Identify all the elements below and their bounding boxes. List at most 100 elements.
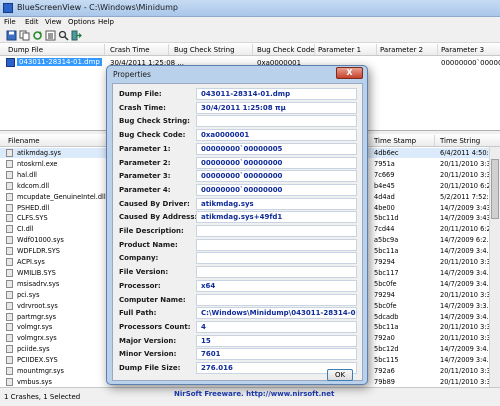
property-label: Minor Version: bbox=[119, 350, 177, 359]
save-icon[interactable] bbox=[6, 30, 17, 41]
col-parameter-3[interactable]: Parameter 3 bbox=[441, 46, 484, 54]
property-label: Major Version: bbox=[119, 336, 177, 345]
file-icon bbox=[6, 159, 13, 168]
driver-filename: mountmgr.sys bbox=[17, 367, 64, 375]
property-value-field[interactable]: x64 bbox=[196, 279, 357, 292]
col-separator[interactable] bbox=[314, 44, 315, 55]
property-value-field[interactable]: 00000000`00000005 bbox=[196, 142, 357, 155]
col-dump-file[interactable]: Dump File bbox=[8, 46, 43, 54]
col-bug-check-string[interactable]: Bug Check String bbox=[174, 46, 235, 54]
driver-time-stamp: 5dcadb bbox=[374, 312, 399, 321]
vertical-scrollbar[interactable] bbox=[489, 147, 500, 387]
property-value-field[interactable]: 00000000`00000000 bbox=[196, 170, 357, 183]
menu-help[interactable]: Help bbox=[98, 18, 114, 26]
dialog-body: Dump File: 043011-28314-01.dmp Crash Time:… bbox=[112, 83, 363, 381]
property-value-field[interactable] bbox=[196, 115, 357, 128]
col-separator[interactable] bbox=[104, 44, 105, 55]
title-bar: BlueScreenView - C:\Windows\Minidump bbox=[0, 0, 500, 17]
property-value-field[interactable] bbox=[196, 252, 357, 265]
file-icon bbox=[6, 268, 13, 277]
property-value-field[interactable]: 7601 bbox=[196, 348, 357, 361]
driver-filename: atikmdag.sys bbox=[17, 149, 61, 157]
menu-file[interactable]: File bbox=[4, 18, 16, 26]
driver-filename: WMILIB.SYS bbox=[17, 268, 56, 277]
menu-view[interactable]: View bbox=[45, 18, 62, 26]
property-value-field[interactable]: 00000000`00000000 bbox=[196, 183, 357, 196]
property-value-field[interactable]: 4 bbox=[196, 320, 357, 333]
property-value-field[interactable]: 15 bbox=[196, 334, 357, 347]
driver-filename: CI.dll bbox=[17, 225, 34, 234]
property-value-field[interactable]: atikmdag.sys+49fd1 bbox=[196, 211, 357, 224]
driver-time-string: 14/7/2009 3:4... bbox=[440, 356, 493, 365]
driver-time-stamp: 5bc11a bbox=[374, 323, 399, 332]
driver-time-stamp: a5bc9a bbox=[374, 236, 399, 245]
properties-dialog: Properties X Dump File: 043011-28314-01.d… bbox=[106, 65, 368, 385]
property-label: Product Name: bbox=[119, 240, 178, 249]
property-label: Caused By Address: bbox=[119, 213, 198, 222]
property-value-field[interactable]: atikmdag.sys bbox=[196, 197, 357, 210]
search-icon[interactable] bbox=[58, 30, 69, 41]
col-time-stamp[interactable]: Time Stamp bbox=[374, 137, 416, 145]
driver-filename: vmbus.sys bbox=[17, 377, 52, 386]
close-icon[interactable]: X bbox=[336, 67, 363, 79]
property-label: Parameter 3: bbox=[119, 172, 171, 181]
driver-time-stamp: 5bc0fe bbox=[374, 279, 397, 288]
driver-filename: Wdf01000.sys bbox=[17, 236, 64, 245]
driver-filename: volmgr.sys bbox=[17, 323, 53, 332]
col-parameter-2[interactable]: Parameter 2 bbox=[380, 46, 423, 54]
property-value-field[interactable]: 00000000`00000000 bbox=[196, 156, 357, 169]
col-bug-check-code[interactable]: Bug Check Code bbox=[257, 46, 315, 54]
driver-time-stamp: 4d4ad bbox=[374, 192, 395, 201]
file-icon bbox=[6, 192, 13, 201]
driver-filename: mcupdate_GenuineIntel.dll bbox=[17, 192, 106, 201]
property-value-field[interactable]: 0xa0000001 bbox=[196, 129, 357, 142]
properties-icon[interactable] bbox=[45, 30, 56, 41]
col-separator[interactable] bbox=[252, 44, 253, 55]
file-icon bbox=[6, 334, 13, 343]
property-label: Caused By Driver: bbox=[119, 199, 190, 208]
file-icon bbox=[6, 225, 13, 234]
col-time-string[interactable]: Time String bbox=[440, 137, 480, 145]
driver-filename: partmgr.sys bbox=[17, 312, 57, 321]
refresh-icon[interactable] bbox=[32, 30, 43, 41]
file-icon bbox=[6, 258, 13, 266]
driver-time-stamp: 7951a bbox=[374, 159, 395, 168]
ok-button[interactable]: OK bbox=[327, 369, 353, 381]
property-label: Bug Check String: bbox=[119, 117, 190, 126]
file-icon bbox=[6, 181, 13, 190]
property-label: Bug Check Code: bbox=[119, 131, 186, 140]
scroll-thumb[interactable] bbox=[491, 159, 499, 219]
property-value-field[interactable]: 30/4/2011 1:25:08 πμ bbox=[196, 101, 357, 114]
driver-filename: hal.dll bbox=[17, 170, 37, 179]
col-separator[interactable] bbox=[168, 44, 169, 55]
property-value-field[interactable]: C:\Windows\Minidump\043011-28314-01.dmp bbox=[196, 307, 357, 320]
col-separator[interactable] bbox=[437, 44, 438, 55]
file-icon bbox=[6, 279, 13, 288]
property-value-field[interactable] bbox=[196, 238, 357, 251]
copy-icon[interactable] bbox=[19, 30, 30, 41]
crash-list-header: Dump File Crash Time Bug Check String Bu… bbox=[0, 43, 500, 56]
menu-edit[interactable]: Edit bbox=[25, 18, 39, 26]
exit-icon[interactable] bbox=[71, 30, 82, 41]
file-icon bbox=[6, 356, 13, 365]
property-label: Dump File Size: bbox=[119, 364, 181, 372]
property-value-field[interactable] bbox=[196, 293, 357, 306]
driver-time-stamp: b4e45 bbox=[374, 181, 395, 190]
driver-time-string: 14/7/2009 6:2... bbox=[440, 236, 493, 245]
property-label: Company: bbox=[119, 254, 159, 263]
menu-options[interactable]: Options bbox=[68, 18, 95, 26]
nirsoft-link[interactable]: NirSoft Freeware. http://www.nirsoft.net bbox=[174, 390, 334, 398]
col-crash-time[interactable]: Crash Time bbox=[110, 46, 150, 54]
driver-filename: PCIIDEX.SYS bbox=[17, 356, 58, 365]
property-value-field[interactable] bbox=[196, 266, 357, 279]
col-parameter-1[interactable]: Parameter 1 bbox=[318, 46, 361, 54]
property-label: Parameter 4: bbox=[119, 185, 171, 194]
property-value-field[interactable]: 043011-28314-01.dmp bbox=[196, 88, 357, 100]
col-filename[interactable]: Filename bbox=[8, 137, 40, 145]
col-separator[interactable] bbox=[376, 44, 377, 55]
col-separator[interactable] bbox=[434, 135, 435, 146]
driver-time-string: 14/7/2009 3:4... bbox=[440, 279, 493, 288]
property-label: Crash Time: bbox=[119, 103, 166, 112]
property-value-field[interactable] bbox=[196, 225, 357, 237]
file-icon bbox=[6, 149, 13, 157]
